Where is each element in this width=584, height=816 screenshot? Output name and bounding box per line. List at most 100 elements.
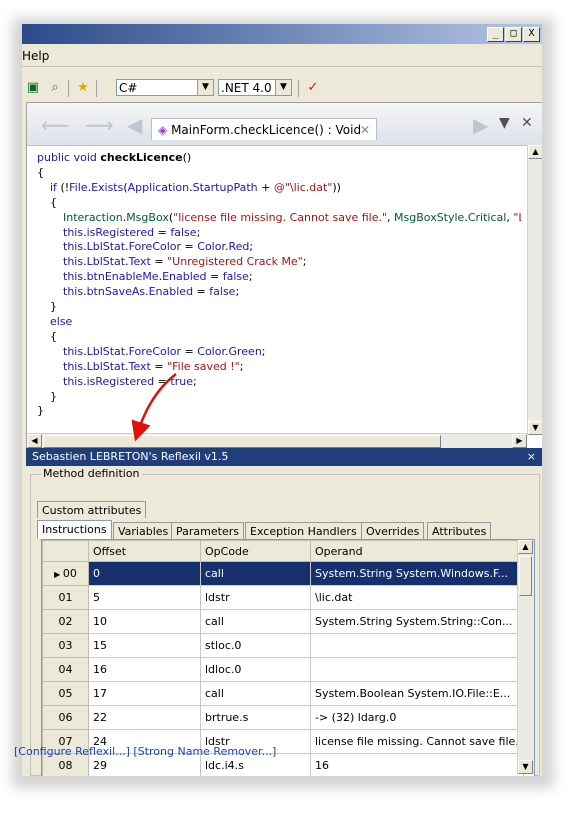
scroll-up-icon[interactable]: ▲	[518, 540, 533, 554]
code-vertical-scrollbar[interactable]: ▲ ▼	[527, 145, 542, 435]
tab-instructions[interactable]: Instructions	[37, 520, 112, 539]
group-label: Method definition	[41, 467, 142, 480]
cell-operand[interactable]: System.String System.Windows.F...	[310, 561, 524, 586]
cell-opcode[interactable]: call	[200, 681, 311, 706]
table-row[interactable]: 06 22 brtrue.s -> (32) ldarg.0	[42, 705, 524, 730]
cell-operand[interactable]: license file missing. Cannot save file.	[310, 729, 524, 754]
code-line: this.btnEnableMe.Enabled = false;	[37, 270, 521, 285]
code-token: ;	[192, 374, 197, 388]
table-row[interactable]: 04 16 ldloc.0	[42, 657, 524, 682]
document-tab[interactable]: ◈ MainForm.checkLicence() : Void ✕	[151, 118, 377, 140]
row-index[interactable]: ▶ 00	[42, 561, 89, 586]
cell-opcode[interactable]: call	[200, 609, 311, 634]
close-tab-icon[interactable]: ✕	[360, 119, 370, 141]
row-index[interactable]: 01	[42, 585, 89, 610]
cell-offset[interactable]: 15	[88, 633, 201, 658]
scroll-up-icon[interactable]: ▲	[528, 145, 542, 159]
tab-scroll-left-icon[interactable]: ◀	[127, 113, 142, 137]
row-index-label: 01	[58, 591, 73, 604]
code-token: {	[50, 329, 57, 343]
method-icon: ◈	[158, 123, 168, 137]
cell-operand[interactable]: System.Boolean System.IO.File::E...	[310, 681, 524, 706]
analyzer-icon[interactable]: ✓	[304, 79, 322, 97]
code-token: Color	[197, 240, 225, 254]
reflexil-title: Sebastien LEBRETON's Reflexil v1.5	[32, 450, 229, 463]
maximize-button[interactable]: □	[505, 27, 522, 42]
toolbar: ▣ ⌕ ★ C# ▼ .NET 4.0 ▼ ✓	[22, 76, 542, 102]
table-row[interactable]: 02 10 call System.String System.String::Con…	[42, 609, 524, 634]
code-token: StartupPath	[192, 180, 258, 194]
grid-vertical-scrollbar[interactable]: ▲ ▼	[517, 540, 534, 774]
code-token: @"\lic.dat"	[273, 180, 333, 194]
row-index[interactable]: 04	[42, 657, 89, 682]
scroll-down-icon[interactable]: ▼	[518, 760, 533, 774]
search-icon[interactable]: ⌕	[46, 79, 64, 97]
cell-offset[interactable]: 22	[88, 705, 201, 730]
code-token: this	[63, 270, 84, 284]
code-horizontal-scrollbar[interactable]: ◀ ▶	[27, 433, 527, 449]
close-button[interactable]: X	[523, 27, 540, 42]
cell-opcode[interactable]: stloc.0	[200, 633, 311, 658]
tab-parameters[interactable]: Parameters	[171, 522, 244, 539]
reflector-window: _ □ X Help ▣ ⌕ ★ C# ▼ .NET 4.0 ▼ ✓ ⟵ ⟶ ◀…	[22, 24, 542, 776]
framework-select[interactable]: .NET 4.0 ▼	[218, 79, 292, 96]
cell-operand[interactable]: System.String System.String::Con...	[310, 609, 524, 634]
tab-exception-handlers[interactable]: Exception Handlers	[245, 522, 362, 539]
column-header-offset[interactable]: Offset	[88, 540, 201, 562]
code-line: this.LblStat.ForeColor = Color.Red;	[37, 240, 521, 255]
tab-overrides[interactable]: Overrides	[361, 522, 425, 539]
row-index[interactable]: 05	[42, 681, 89, 706]
cell-offset[interactable]: 5	[88, 585, 201, 610]
close-panel-icon[interactable]: ×	[527, 448, 536, 466]
code-token: ;	[261, 344, 266, 358]
chevron-down-icon[interactable]: ▼	[275, 80, 291, 95]
chevron-down-icon[interactable]: ▼	[197, 80, 213, 95]
grid-scroll-thumb[interactable]	[519, 556, 532, 596]
row-index[interactable]: 06	[42, 705, 89, 730]
cell-operand[interactable]	[310, 657, 524, 682]
horizontal-scroll-thumb[interactable]	[43, 435, 441, 448]
code-token: "license file missing. Cannot save file.…	[173, 210, 388, 224]
assembly-browser-icon[interactable]: ▣	[24, 79, 42, 97]
back-arrow-icon[interactable]: ⟵	[41, 113, 70, 137]
code-token: this	[63, 225, 84, 239]
close-document-icon[interactable]: ✕	[521, 115, 533, 131]
scroll-left-icon[interactable]: ◀	[27, 434, 42, 448]
annotation-arrow	[131, 373, 177, 442]
cell-offset[interactable]: 10	[88, 609, 201, 634]
table-row[interactable]: ▶ 00 0 call System.String System.Windows.F.…	[42, 561, 524, 586]
tab-scroll-right-icon[interactable]: ▶	[473, 113, 488, 137]
row-index[interactable]: 02	[42, 609, 89, 634]
tab-attributes[interactable]: Attributes	[427, 522, 492, 539]
column-header-operand[interactable]: Operand	[310, 540, 524, 562]
reflexil-footer-links[interactable]: [Configure Reflexil...] [Strong Name Rem…	[14, 745, 276, 758]
bookmark-star-icon[interactable]: ★	[74, 79, 92, 97]
language-select[interactable]: C# ▼	[116, 79, 214, 96]
forward-arrow-icon[interactable]: ⟶	[85, 113, 114, 137]
cell-operand[interactable]	[310, 633, 524, 658]
minimize-button[interactable]: _	[487, 27, 504, 42]
decompiled-code[interactable]: public void checkLicence(){if (!File.Exi…	[37, 151, 521, 431]
cell-operand[interactable]: \lic.dat	[310, 585, 524, 610]
cell-operand[interactable]: -> (32) ldarg.0	[310, 705, 524, 730]
cell-operand[interactable]: 16	[310, 753, 524, 776]
cell-opcode[interactable]: call	[200, 561, 311, 586]
cell-opcode[interactable]: brtrue.s	[200, 705, 311, 730]
scroll-right-icon[interactable]: ▶	[512, 434, 527, 448]
scroll-down-icon[interactable]: ▼	[528, 421, 542, 435]
cell-offset[interactable]: 0	[88, 561, 201, 586]
code-token: else	[50, 314, 73, 328]
table-row[interactable]: 05 17 call System.Boolean System.IO.File::E…	[42, 681, 524, 706]
cell-offset[interactable]: 17	[88, 681, 201, 706]
column-header-opcode[interactable]: OpCode	[200, 540, 311, 562]
cell-offset[interactable]: 16	[88, 657, 201, 682]
table-row[interactable]: 03 15 stloc.0	[42, 633, 524, 658]
cell-opcode[interactable]: ldloc.0	[200, 657, 311, 682]
table-row[interactable]: 01 5 ldstr \lic.dat	[42, 585, 524, 610]
row-index[interactable]: 03	[42, 633, 89, 658]
cell-opcode[interactable]: ldstr	[200, 585, 311, 610]
tab-custom-attributes[interactable]: Custom attributes	[37, 501, 147, 518]
tab-list-icon[interactable]: ▼	[499, 115, 510, 131]
menu-help[interactable]: Help	[22, 49, 49, 63]
tab-variables[interactable]: Variables	[113, 522, 174, 539]
